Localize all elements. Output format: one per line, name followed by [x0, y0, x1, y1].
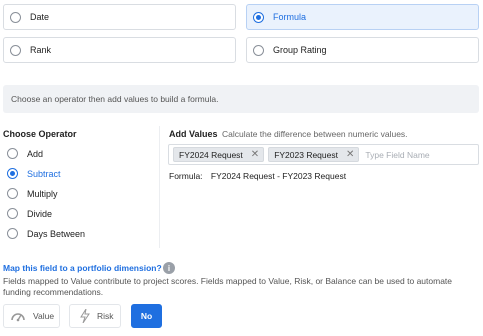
field-type-group-rating[interactable]: Group Rating [246, 37, 479, 63]
operator-label: Subtract [27, 168, 61, 179]
chip-label: FY2024 Request [179, 149, 243, 160]
value-dimension-button[interactable]: Value [3, 304, 60, 328]
field-type-date[interactable]: Date [3, 4, 236, 30]
radio-date[interactable] [10, 11, 21, 23]
chip-label: FY2023 Request [274, 149, 338, 160]
radio-subtract[interactable] [7, 168, 18, 179]
field-type-label: Group Rating [273, 45, 327, 55]
value-chip: FY2024 Request ✕ [173, 147, 265, 162]
operator-option-multiply[interactable]: Multiply [7, 188, 58, 199]
column-divider [159, 126, 160, 248]
field-name-input[interactable]: FY2024 Request ✕ FY2023 Request ✕ Type F… [168, 144, 479, 165]
choose-operator-title: Choose Operator [3, 129, 77, 139]
operator-option-subtract[interactable]: Subtract [7, 168, 61, 179]
radio-multiply[interactable] [7, 188, 18, 199]
field-type-formula[interactable]: Formula [246, 4, 479, 30]
formula-expression: FY2024 Request - FY2023 Request [210, 171, 347, 181]
portfolio-description: Fields mapped to Value contribute to pro… [3, 276, 453, 297]
value-chip: FY2023 Request ✕ [268, 147, 360, 162]
value-button-label: Value [33, 311, 55, 321]
radio-rank[interactable] [10, 44, 21, 56]
radio-formula[interactable] [253, 11, 264, 23]
radio-group-rating[interactable] [253, 44, 264, 56]
lightning-icon [80, 309, 90, 323]
formula-hint: Choose an operator then add values to bu… [3, 85, 479, 113]
radio-days-between[interactable] [7, 228, 18, 239]
operator-label: Multiply [27, 188, 58, 199]
risk-dimension-button[interactable]: Risk [69, 304, 121, 328]
operator-option-divide[interactable]: Divide [7, 208, 52, 219]
no-button-label: No [140, 311, 153, 321]
operator-option-days-between[interactable]: Days Between [7, 228, 85, 239]
field-type-label: Date [30, 12, 50, 22]
hint-text: Choose an operator then add values to bu… [11, 94, 219, 104]
remove-chip-icon[interactable]: ✕ [346, 149, 354, 160]
add-values-description: Calculate the difference between numeric… [222, 129, 408, 139]
field-type-label: Rank [30, 45, 52, 55]
radio-divide[interactable] [7, 208, 18, 219]
formula-preview: Formula: FY2024 Request - FY2023 Request [169, 171, 346, 181]
operator-label: Days Between [27, 228, 86, 239]
risk-button-label: Risk [97, 311, 114, 321]
field-type-rank[interactable]: Rank [3, 37, 236, 63]
portfolio-dimension-link[interactable]: Map this field to a portfolio dimension? [3, 263, 162, 273]
no-dimension-button[interactable]: No [131, 304, 162, 328]
field-name-placeholder[interactable]: Type Field Name [365, 150, 429, 160]
gauge-icon [10, 310, 26, 322]
remove-chip-icon[interactable]: ✕ [251, 149, 259, 160]
add-values-title: Add Values [169, 129, 218, 139]
field-type-label: Formula [273, 12, 307, 22]
radio-add[interactable] [7, 148, 18, 159]
operator-label: Add [27, 148, 44, 159]
formula-label: Formula: [169, 171, 203, 181]
info-icon[interactable]: i [163, 262, 175, 274]
operator-label: Divide [27, 208, 53, 219]
operator-option-add[interactable]: Add [7, 148, 43, 159]
